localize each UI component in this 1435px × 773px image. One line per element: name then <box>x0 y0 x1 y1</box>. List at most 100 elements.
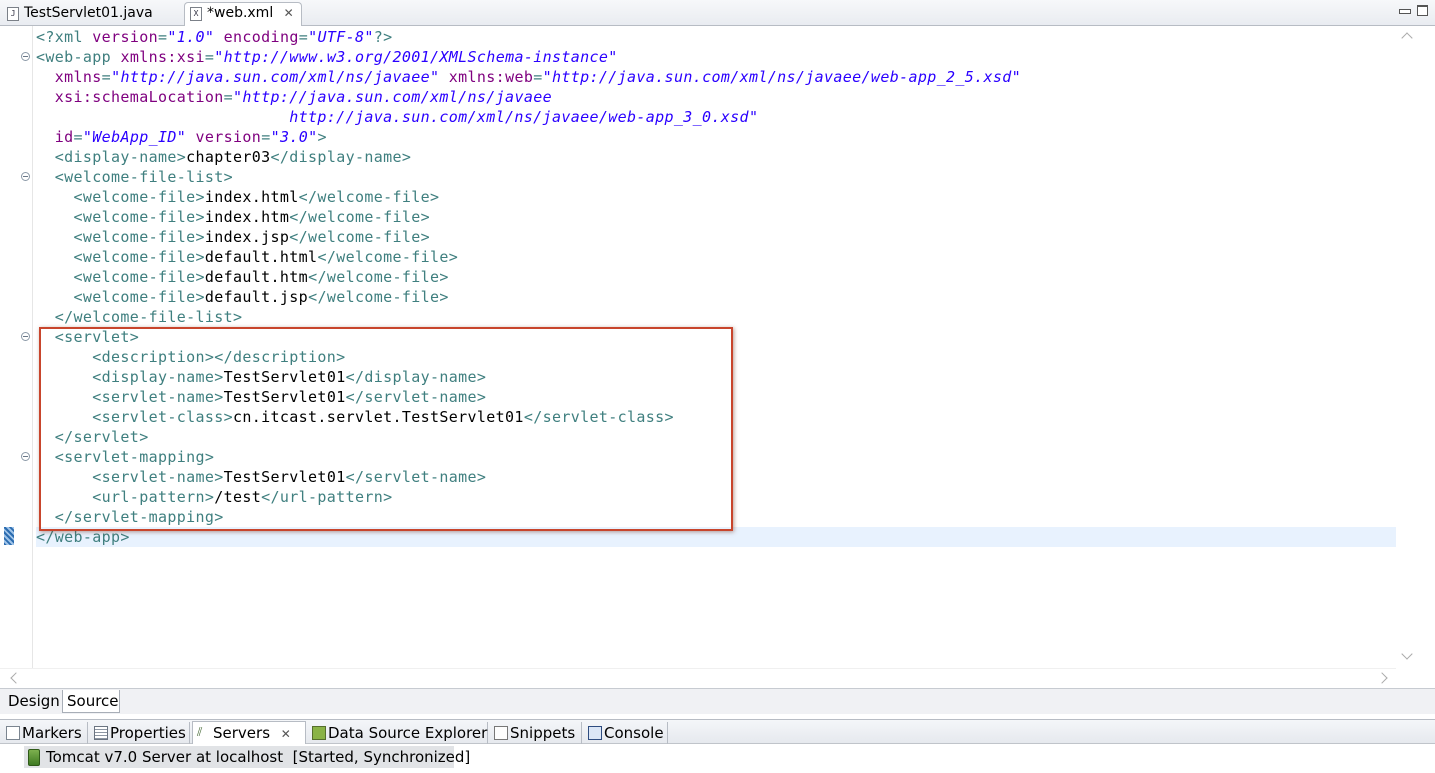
code-line[interactable]: xsi:schemaLocation="http://java.sun.com/… <box>36 87 552 107</box>
code-token: <welcome-file> <box>36 228 205 246</box>
code-token: xsi:schemaLocation <box>54 88 224 106</box>
code-token: </welcome-file> <box>308 268 449 286</box>
console-icon <box>588 726 602 740</box>
code-token: default.htm <box>204 268 309 286</box>
code-token: http://java.sun.com/xml/ns/javaee/web-ap… <box>289 108 759 126</box>
fold-toggle-icon[interactable] <box>21 452 30 461</box>
code-token: </welcome-file> <box>308 288 449 306</box>
code-line[interactable]: xmlns="http://java.sun.com/xml/ns/javaee… <box>36 67 1021 87</box>
fold-toggle-icon[interactable] <box>21 332 30 341</box>
tab-markers[interactable]: Markers <box>2 722 88 744</box>
tab-source[interactable]: Source <box>62 690 120 713</box>
code-token: > <box>317 128 327 146</box>
code-token: </welcome-file> <box>289 228 431 246</box>
code-token: <?xml <box>36 28 93 46</box>
tab-testservlet01-java[interactable]: J TestServlet01.java <box>2 3 182 26</box>
annotation-ruler <box>0 26 16 668</box>
code-line[interactable]: <display-name>TestServlet01</display-nam… <box>36 367 486 387</box>
code-token: <servlet-mapping> <box>36 448 215 466</box>
code-line[interactable]: <welcome-file>index.htm</welcome-file> <box>36 207 430 227</box>
code-line[interactable]: <welcome-file>default.htm</welcome-file> <box>36 267 449 287</box>
code-token: </servlet> <box>36 428 149 446</box>
close-icon[interactable]: ✕ <box>284 6 294 20</box>
code-line[interactable]: <welcome-file-list> <box>36 167 233 187</box>
code-line[interactable]: <web-app xmlns:xsi="http://www.w3.org/20… <box>36 47 618 67</box>
code-token: TestServlet01 <box>223 388 346 406</box>
tab-label: Console <box>604 724 664 742</box>
tab-servers[interactable]: ⫽ Servers ✕ <box>192 721 306 745</box>
code-line[interactable]: <servlet-name>TestServlet01</servlet-nam… <box>36 467 486 487</box>
code-token: "http://java.sun.com/xml/ns/javaee/web-a… <box>542 68 1022 86</box>
code-token: <url-pattern> <box>36 488 215 506</box>
server-row[interactable]: Tomcat v7.0 Server at localhost [Started… <box>24 746 470 768</box>
code-line[interactable]: <welcome-file>default.jsp</welcome-file> <box>36 287 449 307</box>
code-line[interactable]: <?xml version="1.0" encoding="UTF-8"?> <box>36 27 393 47</box>
code-token: <web-app <box>36 48 121 66</box>
code-token: <welcome-file> <box>36 208 205 226</box>
code-token: </welcome-file> <box>289 208 431 226</box>
current-line-highlight <box>36 527 1396 547</box>
horizontal-scrollbar[interactable] <box>0 668 1396 689</box>
code-line[interactable]: <description></description> <box>36 347 346 367</box>
fold-toggle-icon[interactable] <box>21 52 30 61</box>
code-token: <welcome-file> <box>36 268 205 286</box>
code-token: </display-name> <box>345 368 487 386</box>
tab-console[interactable]: Console <box>584 722 668 744</box>
minimize-button[interactable] <box>1398 5 1411 15</box>
code-token: <servlet-name> <box>36 388 224 406</box>
xml-file-icon: X <box>190 7 202 21</box>
data-source-explorer-icon <box>312 726 326 740</box>
code-line[interactable]: <display-name>chapter03</display-name> <box>36 147 411 167</box>
code-token: </display-name> <box>270 148 412 166</box>
code-token: </welcome-file> <box>298 188 440 206</box>
code-line[interactable]: </servlet> <box>36 427 149 447</box>
tab-properties[interactable]: Properties <box>90 722 190 744</box>
code-line[interactable]: <servlet> <box>36 327 139 347</box>
current-line-marker-icon <box>4 527 14 545</box>
code-token: <servlet> <box>36 328 140 346</box>
code-line[interactable]: <servlet-name>TestServlet01</servlet-nam… <box>36 387 486 407</box>
code-area[interactable]: <?xml version="1.0" encoding="UTF-8"?> <w… <box>36 26 1396 668</box>
code-token: version <box>92 28 158 46</box>
code-line[interactable]: <servlet-class>cn.itcast.servlet.TestSer… <box>36 407 674 427</box>
code-token: <servlet-name> <box>36 468 224 486</box>
markers-icon <box>6 726 20 740</box>
code-line[interactable]: id="WebApp_ID" version="3.0"> <box>36 127 327 147</box>
code-line[interactable]: </web-app> <box>36 527 130 547</box>
maximize-button[interactable] <box>1416 5 1428 16</box>
tab-label: *web.xml <box>207 5 274 21</box>
code-token: xmlns:xsi <box>120 48 205 66</box>
code-line[interactable]: <welcome-file>index.jsp</welcome-file> <box>36 227 430 247</box>
code-token: = <box>261 128 271 146</box>
tab-snippets[interactable]: Snippets <box>490 722 582 744</box>
close-icon[interactable]: ✕ <box>281 727 291 741</box>
code-line[interactable]: <url-pattern>/test</url-pattern> <box>36 487 392 507</box>
code-line[interactable]: </welcome-file-list> <box>36 307 242 327</box>
tab-data-source-explorer[interactable]: Data Source Explorer <box>308 722 488 744</box>
code-token: index.jsp <box>204 228 290 246</box>
code-token: "WebApp_ID" <box>82 128 187 146</box>
code-token: TestServlet01 <box>223 368 346 386</box>
fold-toggle-icon[interactable] <box>21 172 30 181</box>
tab-label: Data Source Explorer <box>328 724 488 742</box>
tab-web-xml[interactable]: X *web.xml ✕ <box>184 2 302 27</box>
xml-source-editor[interactable]: <?xml version="1.0" encoding="UTF-8"?> <w… <box>0 26 1435 689</box>
code-token: <welcome-file> <box>36 248 205 266</box>
code-token: </servlet-mapping> <box>36 508 224 526</box>
code-line[interactable]: http://java.sun.com/xml/ns/javaee/web-ap… <box>36 107 758 127</box>
code-token: xmlns <box>54 68 102 86</box>
snippets-icon <box>494 726 508 740</box>
code-line[interactable]: <welcome-file>index.html</welcome-file> <box>36 187 440 207</box>
code-token: </url-pattern> <box>261 488 393 506</box>
tab-label: Properties <box>110 724 186 742</box>
java-file-icon: J <box>7 7 19 21</box>
server-status: [Started, Synchronized] <box>292 748 471 766</box>
code-line[interactable]: <servlet-mapping> <box>36 447 214 467</box>
tab-design[interactable]: Design <box>4 690 62 713</box>
vertical-scrollbar[interactable] <box>1396 26 1415 668</box>
code-line[interactable]: </servlet-mapping> <box>36 507 224 527</box>
code-token: encoding <box>223 28 299 46</box>
code-line[interactable]: <welcome-file>default.html</welcome-file… <box>36 247 458 267</box>
